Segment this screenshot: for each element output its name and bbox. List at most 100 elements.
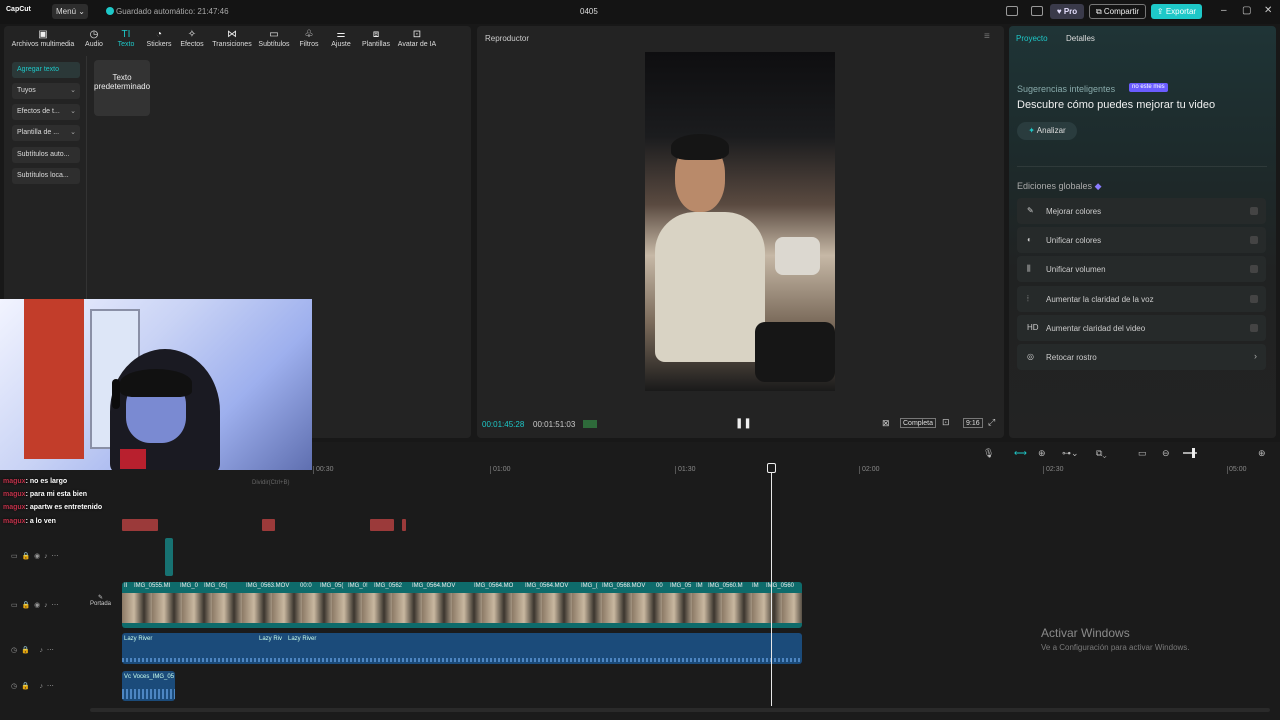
- tab-templates[interactable]: ⧈ Plantillas: [359, 29, 393, 48]
- menu-button[interactable]: Menú ⌄: [52, 4, 88, 19]
- sidebar-item-text-template[interactable]: Plantilla de ... ⌄: [12, 125, 80, 141]
- zoom-slider-handle[interactable]: [1192, 448, 1195, 458]
- microphone-icon[interactable]: 🎙: [983, 448, 994, 459]
- voice-track[interactable]: Vc Voces_IMG_05: [122, 671, 175, 701]
- clip-label[interactable]: IMG_0!: [348, 583, 368, 589]
- zoom-out-icon[interactable]: ⊖: [1162, 448, 1170, 459]
- clip-label[interactable]: IMG_0560.M: [708, 583, 743, 589]
- global-edit-video-clarity[interactable]: HD Aumentar claridad del video: [1017, 315, 1266, 341]
- audio-clip-label[interactable]: Voces_IMG_05: [133, 674, 174, 680]
- clip-label[interactable]: IMG_0568.MOV: [602, 583, 645, 589]
- tab-text[interactable]: TI Texto: [114, 29, 138, 48]
- clip-label[interactable]: IMG_05: [670, 583, 691, 589]
- caption-icon[interactable]: ▭: [1138, 448, 1147, 459]
- text-clip[interactable]: [402, 519, 406, 531]
- toggle[interactable]: [1250, 265, 1258, 273]
- tab-effects[interactable]: ✧ Efectos: [178, 29, 206, 48]
- clip-label[interactable]: IMG_0564.MOV: [525, 583, 568, 589]
- clip-label[interactable]: 00:0: [300, 583, 312, 589]
- maximize-button[interactable]: ▢: [1242, 5, 1251, 16]
- music-track[interactable]: Lazy River Lazy Riv Lazy River: [122, 633, 802, 664]
- video-preview[interactable]: [645, 52, 835, 391]
- webcam-shirt-logo: [120, 449, 146, 469]
- preview-axis-icon[interactable]: ⧉⌄: [1096, 448, 1107, 459]
- tab-subtitles[interactable]: ▭ Subtítulos: [256, 29, 292, 48]
- analyze-button[interactable]: ✦ Analizar: [1017, 122, 1077, 140]
- tab-media[interactable]: ▣ Archivos multimedia: [8, 29, 78, 48]
- clip-label[interactable]: IMG_0564.MO: [474, 583, 513, 589]
- clip-label[interactable]: IMG_0555.MI: [134, 583, 170, 589]
- minimize-button[interactable]: –: [1221, 5, 1227, 16]
- text-clip[interactable]: [370, 519, 394, 531]
- cover-button[interactable]: ✎ Portada: [90, 594, 111, 607]
- aspect-ratio-button[interactable]: 9:16: [963, 418, 983, 428]
- global-edit-face-retouch[interactable]: ◎ Retocar rostro ›: [1017, 344, 1266, 370]
- main-video-track[interactable]: II IMG_0555.MI IMG_0 IMG_05( IMG_0563.MO…: [122, 582, 802, 628]
- clip-label[interactable]: IMG_0: [180, 583, 198, 589]
- sidebar-item-text-effects[interactable]: Efectos de t... ⌄: [12, 104, 80, 120]
- fullscreen-icon[interactable]: ⤢: [988, 417, 995, 428]
- toggle[interactable]: [1250, 207, 1258, 215]
- audio-clip-label[interactable]: Lazy River: [124, 636, 152, 642]
- clip-label[interactable]: 00: [656, 583, 663, 589]
- tab-ai-avatar[interactable]: ⊡ Avatar de IA: [396, 29, 438, 48]
- playhead[interactable]: [771, 468, 772, 706]
- clip-label[interactable]: II: [124, 583, 127, 589]
- share-button[interactable]: ⧉ Compartir: [1089, 4, 1146, 19]
- tab-transitions[interactable]: ⋈ Transiciones: [210, 29, 254, 48]
- default-text-card[interactable]: Texto predeterminado: [94, 60, 150, 116]
- sidebar-item-yours[interactable]: Tuyos ⌄: [12, 83, 80, 99]
- global-edit-voice-clarity[interactable]: ⦙ Aumentar la claridad de la voz: [1017, 286, 1266, 312]
- tab-filters[interactable]: ♧ Filtros: [296, 29, 322, 48]
- track-header-text: ▭ 🔒 ◉ ♪ ⋯: [11, 553, 59, 560]
- screenshot-icon[interactable]: ⊡: [942, 417, 950, 428]
- playhead-handle[interactable]: [767, 463, 776, 473]
- clip-label[interactable]: IMG_0563.MOV: [246, 583, 289, 589]
- hamburger-menu-icon[interactable]: ≡: [984, 31, 990, 42]
- snap-icon[interactable]: ⊕: [1038, 448, 1046, 459]
- global-edit-unify-colors[interactable]: ◐ Unificar colores: [1017, 227, 1266, 253]
- sidebar-item-local-captions[interactable]: Subtítulos loca...: [12, 168, 80, 184]
- project-name[interactable]: 0405: [580, 7, 598, 16]
- ruler-tick-mark: [1227, 466, 1228, 474]
- clip-label[interactable]: IMG_(: [581, 583, 598, 589]
- tab-details[interactable]: Detalles: [1066, 34, 1095, 43]
- global-edits-text: Ediciones globales: [1017, 181, 1093, 191]
- close-button[interactable]: ✕: [1264, 5, 1272, 16]
- pro-button[interactable]: ♥ Pro: [1050, 4, 1084, 19]
- link-clips-icon[interactable]: ⊶⌄: [1062, 448, 1079, 459]
- tab-project[interactable]: Proyecto: [1016, 34, 1048, 43]
- export-button[interactable]: ⇪ Exportar: [1151, 4, 1202, 19]
- global-edit-unify-volume[interactable]: ⫼ Unificar volumen: [1017, 256, 1266, 282]
- audio-clip-label[interactable]: Lazy River: [288, 636, 316, 642]
- crop-icon[interactable]: ⊠: [882, 418, 890, 429]
- clip-label[interactable]: IMG_05(: [320, 583, 343, 589]
- toggle[interactable]: [1250, 324, 1258, 332]
- link-toggle-icon[interactable]: ⟷: [1014, 448, 1027, 459]
- ruler-label: 05:00: [1229, 466, 1247, 473]
- tab-audio[interactable]: ◷ Audio: [82, 29, 106, 48]
- audio-clip-label[interactable]: Vc: [124, 674, 131, 680]
- global-edit-enhance-colors[interactable]: ✎ Mejorar colores: [1017, 198, 1266, 224]
- effect-clip[interactable]: [165, 538, 173, 576]
- ruler-tick-mark: [490, 466, 491, 474]
- tab-stickers[interactable]: ◔ Stickers: [145, 29, 173, 48]
- toggle[interactable]: [1250, 236, 1258, 244]
- clip-label[interactable]: IMG_0564.MOV: [412, 583, 455, 589]
- zoom-fit-icon[interactable]: ⊕: [1258, 448, 1266, 459]
- clip-label[interactable]: IMG_0562: [374, 583, 402, 589]
- tab-adjust[interactable]: ⚌ Ajuste: [329, 29, 353, 48]
- sidebar-item-add-text[interactable]: Agregar texto: [12, 62, 80, 78]
- layout-icon[interactable]: [1006, 6, 1018, 16]
- clip-label[interactable]: IM: [696, 583, 703, 589]
- shortcuts-icon[interactable]: [1031, 6, 1043, 16]
- sidebar-item-label: Efectos de t...: [17, 108, 60, 115]
- clip-label[interactable]: IMG_05(: [204, 583, 227, 589]
- toggle[interactable]: [1250, 295, 1258, 303]
- full-quality-button[interactable]: Completa: [900, 418, 936, 428]
- audio-clip-label[interactable]: Lazy Riv: [259, 636, 282, 642]
- timeline-scrollbar[interactable]: [90, 708, 1270, 712]
- pause-button[interactable]: ❚❚: [735, 418, 752, 429]
- clip-label[interactable]: IM: [752, 583, 759, 589]
- sidebar-item-auto-captions[interactable]: Subtítulos auto...: [12, 147, 80, 163]
